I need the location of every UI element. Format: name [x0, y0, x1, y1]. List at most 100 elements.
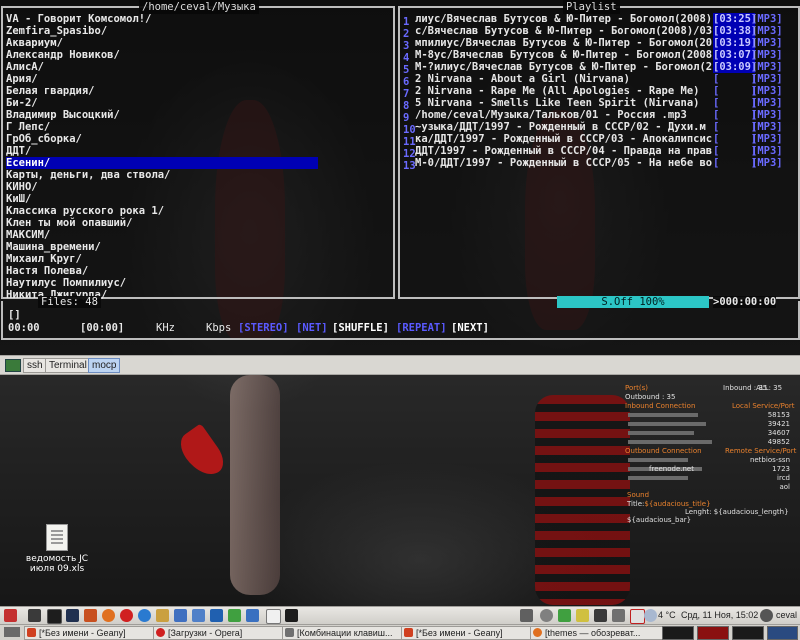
tray-flag-icon[interactable] — [630, 609, 645, 624]
directory-item[interactable]: Владимир Высоцкий/ — [6, 109, 120, 121]
network-icon[interactable] — [174, 609, 187, 622]
task-opera[interactable]: [Загрузки - Opera] — [153, 626, 295, 640]
tab-ssh[interactable]: ssh — [23, 358, 47, 373]
show-desktop-icon[interactable] — [4, 627, 20, 637]
virtualbox-icon[interactable] — [210, 609, 223, 622]
playlist-item-format: [MP3] — [751, 73, 783, 85]
document-icon[interactable] — [192, 609, 205, 622]
playlist-item[interactable]: 2 с/Вячеслав Бутусов & Ю-Питер - Богомол(… — [403, 25, 793, 40]
terminal-window[interactable]: /home/ceval/Музыка Playlist VA - Говорит… — [0, 0, 800, 355]
playlist-item-time: [03:19] — [713, 37, 758, 49]
task-shortcuts[interactable]: [Комбинации клавиш... — [282, 626, 414, 640]
kbps-label: Kbps — [206, 322, 232, 334]
net-graph — [732, 626, 764, 640]
next-flag: [NEXT] — [451, 322, 489, 334]
opera-icon — [156, 628, 165, 637]
directory-item[interactable]: Машина_времени/ — [6, 241, 101, 253]
user-icon[interactable] — [760, 609, 773, 622]
playlist-item-title: ка/ДДТ/1997 - Рожденный в СССР/03 - Апок… — [415, 133, 713, 145]
task-geany-2[interactable]: [*Без имени - Geany] — [401, 626, 543, 640]
directory-item[interactable]: Г Лепс/ — [6, 121, 50, 133]
playlist-item-format-value: MP3 — [757, 97, 777, 109]
directory-item[interactable]: Есенин/ — [6, 157, 318, 169]
playlist-item[interactable]: 85 Nirvana - Smells Like Teen Spirit (Ni… — [403, 97, 793, 112]
task-geany-1[interactable]: [*Без имени - Geany] — [24, 626, 166, 640]
task-label: [Загрузки - Opera] — [168, 628, 243, 638]
terminal-2-icon[interactable] — [285, 609, 298, 622]
playlist-item[interactable]: 11ка/ДДТ/1997 - Рожденный в СССР/03 - Ап… — [403, 133, 793, 148]
directory-item[interactable]: Наутилус Помпилиус/ — [6, 277, 126, 289]
tray-recycle-icon[interactable] — [558, 609, 571, 622]
conky-outbound-connection: Outbound Connection — [625, 447, 702, 455]
directory-item[interactable]: Zemfira_Spasibo/ — [6, 25, 107, 37]
net-flag: [NET] — [296, 322, 328, 334]
playlist-item[interactable]: 4 М-8ус/Вячеслав Бутусов & Ю-Питер - Бого… — [403, 49, 793, 64]
directory-item[interactable]: КиШ/ — [6, 193, 31, 205]
directory-item[interactable]: Михаил Круг/ — [6, 253, 82, 265]
playlist-item-format-value: MP3 — [757, 133, 777, 145]
playlist-item[interactable]: 9/home/ceval/Музыка/Тальков/01 - Россия … — [403, 109, 793, 124]
directory-item[interactable]: Александр Новиков/ — [6, 49, 120, 61]
image-icon[interactable] — [266, 609, 281, 624]
firefox-icon[interactable] — [102, 609, 115, 622]
tray-gear-icon[interactable] — [540, 609, 553, 622]
directory-item[interactable]: Аквариум/ — [6, 37, 63, 49]
playlist-item[interactable]: 13М-0/ДДТ/1997 - Рожденный в СССР/05 - Н… — [403, 157, 793, 172]
tools-icon[interactable] — [84, 609, 97, 622]
playlist-item[interactable]: 5 М-?илиус/Вячеслав Бутусов & Ю-Питер - Б… — [403, 61, 793, 76]
playlist-item-title: с/Вячеслав Бутусов & Ю-Питер - Богомол(2… — [415, 25, 713, 37]
playlist-item-format: [MP3] — [751, 49, 783, 61]
desktop-file-label: ведомость JC июля 09.xls — [25, 554, 89, 574]
playlist-item[interactable]: 10~узыка/ДДТ/1997 - Рожденный в СССР/02 … — [403, 121, 793, 136]
chat-icon[interactable] — [228, 609, 241, 622]
repeat-flag: [REPEAT] — [396, 322, 447, 334]
soft-mixer-bar[interactable]: S.Off 100% — [557, 296, 709, 308]
directory-item[interactable]: Карты, деньги, два ствола/ — [6, 169, 170, 181]
playlist-item[interactable]: 62 Nirvana - About a Girl (Nirvana)[ ] [M… — [403, 73, 793, 88]
directory-item[interactable]: Белая гвардия/ — [6, 85, 95, 97]
playlist-item[interactable]: 72 Nirvana - Rape Me (All Apologies - Ra… — [403, 85, 793, 100]
directory-item[interactable]: Би-2/ — [6, 97, 38, 109]
playlist-item[interactable]: 12ДДТ/1997 - Рожденный в СССР/04 - Правд… — [403, 145, 793, 160]
conky-widget: Port(s) Inbound : 35 ALL: 35 Outbound : … — [625, 384, 796, 524]
directory-item[interactable]: МАКСИМ/ — [6, 229, 50, 241]
tray-volume-icon[interactable] — [612, 609, 625, 622]
directory-item[interactable]: Ария/ — [6, 73, 38, 85]
monitor-icon[interactable] — [66, 609, 79, 622]
directory-item[interactable]: ГрОб_сборка/ — [6, 133, 82, 145]
directory-item[interactable]: VA - Говорит Комсомол!/ — [6, 13, 151, 25]
tray-network-icon[interactable] — [594, 609, 607, 622]
desktop-file-xls[interactable]: ведомость JC июля 09.xls — [22, 524, 92, 574]
directory-item[interactable]: Классика русского рока 1/ — [6, 205, 164, 217]
playlist-item[interactable]: 3 мпилиус/Вячеслав Бутусов & Ю-Питер - Бо… — [403, 37, 793, 52]
tab-mocp[interactable]: mocp — [88, 358, 121, 373]
playlist-item-time: [ ] — [713, 73, 758, 85]
playlist-item-time-value: 03:19 — [719, 37, 751, 49]
tab-terminal[interactable]: Terminal — [45, 358, 91, 373]
directory-item[interactable]: КИНО/ — [6, 181, 38, 193]
pager[interactable] — [767, 626, 798, 640]
playlist-item-time-value: 03:07 — [719, 49, 751, 61]
wallpaper-stockings-right — [535, 395, 630, 605]
clock[interactable]: Срд, 11 Ноя, 15:02 — [681, 610, 758, 620]
playlist-item-format-value: MP3 — [757, 73, 777, 85]
task-themes[interactable]: [themes — обозреват... — [530, 626, 672, 640]
directory-item[interactable]: ДДТ/ — [6, 145, 31, 157]
directory-item[interactable]: Настя Полева/ — [6, 265, 88, 277]
tray-battery-icon[interactable] — [576, 609, 589, 622]
directory-item[interactable]: АлисА/ — [6, 61, 44, 73]
package-icon[interactable] — [156, 609, 169, 622]
playlist-item-format: [MP3] — [751, 133, 783, 145]
playlist-item-format: [MP3] — [751, 61, 783, 73]
playlist-item[interactable]: 1 лиус/Вячеслав Бутусов & Ю-Питер - Богом… — [403, 13, 793, 28]
terminal-icon[interactable] — [47, 609, 62, 624]
conky-local-port: 49852 — [767, 438, 790, 446]
writer-icon[interactable] — [246, 609, 259, 622]
opera-icon[interactable] — [120, 609, 133, 622]
user-name[interactable]: ceval — [776, 610, 797, 620]
menu-icon[interactable] — [4, 609, 17, 622]
directory-item[interactable]: Клен ты мой опавший/ — [6, 217, 132, 229]
lock-icon[interactable] — [28, 609, 41, 622]
globe-icon[interactable] — [138, 609, 151, 622]
tray-keyboard-icon[interactable] — [520, 609, 533, 622]
